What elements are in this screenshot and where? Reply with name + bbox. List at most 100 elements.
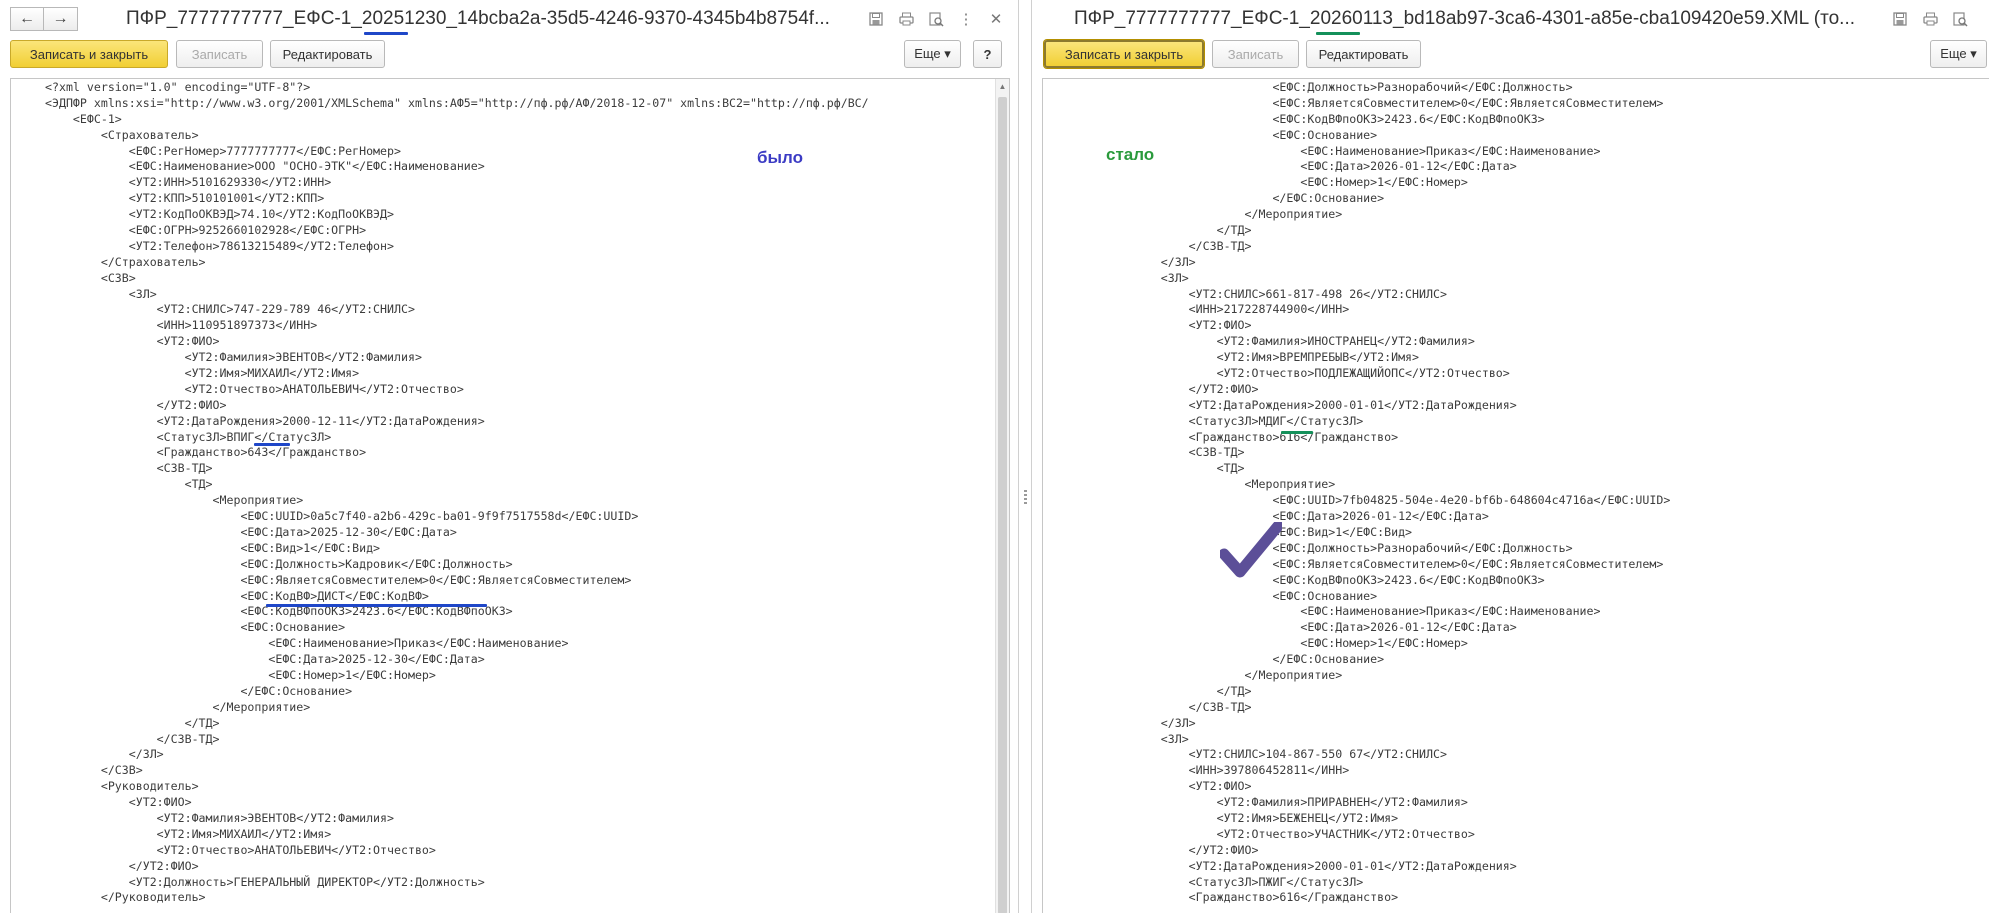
right-xml-text: <ЕФС:Должность>Разнорабочий</ЕФС:Должнос… (1077, 80, 1671, 906)
code-line: <УТ2:Фамилия>ИНОСТРАНЕЦ</УТ2:Фамилия> (1077, 334, 1475, 349)
code-line: <УТ2:Фамилия>ЭВЕНТОВ</УТ2:Фамилия> (45, 350, 422, 365)
code-line: <УТ2:Имя>ВРЕМПРЕБЫВ</УТ2:Имя> (1077, 350, 1420, 365)
left-title-icons: ⋮ ✕ (866, 9, 1006, 29)
code-line: </ЕФС:Основание> (1077, 652, 1385, 667)
code-line: </ТД> (45, 715, 220, 730)
code-line: </Мероприятие> (45, 699, 311, 714)
code-line: <ЗЛ> (45, 286, 157, 301)
code-line: <Гражданство>616</Гражданство> (1077, 429, 1399, 444)
code-line: </Страхователь> (45, 254, 206, 269)
left-titlebar: ← → ПФР_7777777777_ЕФС-1_20251230_14bcba… (0, 0, 1018, 40)
left-nav-group: ← → (10, 7, 78, 31)
left-window: ← → ПФР_7777777777_ЕФС-1_20251230_14bcba… (0, 0, 1018, 913)
code-line: <ЕФС:Дата>2026-01-12</ЕФС:Дата> (1077, 620, 1517, 635)
code-line: <УТ2:СНИЛС>747-229-789 46</УТ2:СНИЛС> (45, 302, 415, 317)
pane-splitter[interactable] (1018, 0, 1032, 913)
save-disk-icon[interactable] (866, 9, 886, 29)
code-line: <ЕФС:Дата>2025-12-30</ЕФС:Дата> (45, 524, 457, 539)
code-line: <УТ2:Имя>БЕЖЕНЕЦ</УТ2:Имя> (1077, 810, 1399, 825)
code-line: <УТ2:Фамилия>ПРИРАВНЕН</УТ2:Фамилия> (1077, 795, 1468, 810)
code-line: <Гражданство>616</Гражданство> (1077, 890, 1399, 905)
code-line: <ЕФС:Номер>1</ЕФС:Номер> (45, 667, 436, 682)
code-line: </СЗВ-ТД> (1077, 238, 1252, 253)
code-line: </Мероприятие> (1077, 667, 1343, 682)
code-line: <УТ2:КодПоОКВЭД>74.10</УТ2:КодПоОКВЭД> (45, 207, 395, 222)
status-underline-left (254, 443, 290, 446)
left-vertical-scrollbar[interactable]: ▲ (995, 79, 1009, 913)
code-line: </УТ2:ФИО> (45, 858, 199, 873)
code-line: <ЕФС:Номер>1</ЕФС:Номер> (1077, 636, 1468, 651)
more-button[interactable]: Еще ▾ (1930, 40, 1987, 68)
code-line: </СЗВ> (45, 763, 143, 778)
forward-arrow-icon[interactable]: → (44, 7, 78, 31)
code-line: <УТ2:Имя>МИХАИЛ</УТ2:Имя> (45, 366, 360, 381)
code-line: <ЕФС:Вид>1</ЕФС:Вид> (1077, 524, 1413, 539)
code-line: </СЗВ-ТД> (45, 731, 220, 746)
preview-icon[interactable] (1950, 9, 1970, 29)
save-and-close-button[interactable]: Записать и закрыть (10, 40, 168, 68)
code-line: <ЕФС:ЯвляетсяСовместителем>0</ЕФС:Являет… (45, 572, 632, 587)
code-line: <ЕФС:UUID>7fb04825-504e-4e20-bf6b-648604… (1077, 493, 1671, 508)
save-button[interactable]: Записать (1212, 40, 1299, 68)
left-xml-text: <?xml version="1.0" encoding="UTF-8"?> <Э… (45, 80, 869, 906)
print-icon[interactable] (1920, 9, 1940, 29)
code-line: <ИНН>217228744900</ИНН> (1077, 302, 1350, 317)
code-line: <УТ2:Отчество>УЧАСТНИК</УТ2:Отчество> (1077, 826, 1475, 841)
code-line: <ТД> (45, 477, 213, 492)
save-disk-icon[interactable] (1890, 9, 1910, 29)
code-line: <УТ2:СНИЛС>661-817-498 26</УТ2:СНИЛС> (1077, 286, 1447, 301)
left-xml-editor[interactable]: <?xml version="1.0" encoding="UTF-8"?> <Э… (10, 78, 1010, 913)
close-icon[interactable]: ✕ (986, 9, 1006, 29)
status-underline-right (1281, 431, 1313, 434)
code-line: <ЕФС-1> (45, 111, 122, 126)
help-button[interactable]: ? (973, 40, 1002, 68)
save-button[interactable]: Записать (176, 40, 263, 68)
code-line: <ЕФС:Основание> (1077, 588, 1378, 603)
more-vertical-icon[interactable]: ⋮ (956, 9, 976, 29)
code-line: <УТ2:ИНН>5101629330</УТ2:ИНН> (45, 175, 332, 190)
annotation-before: было (757, 148, 803, 167)
code-line: <ИНН>110951897373</ИНН> (45, 318, 318, 333)
code-line: <УТ2:Телефон>78613215489</УТ2:Телефон> (45, 238, 395, 253)
code-line: <УТ2:Должность>ГЕНЕРАЛЬНЫЙ ДИРЕКТОР</УТ2… (45, 874, 485, 889)
code-line: </УТ2:ФИО> (1077, 842, 1259, 857)
code-line: </ТД> (1077, 223, 1252, 238)
edit-button[interactable]: Редактировать (1306, 40, 1421, 68)
scroll-thumb[interactable] (998, 97, 1007, 913)
code-line: <ЕФС:UUID>0a5c7f40-a2b6-429c-ba01-9f9f75… (45, 509, 639, 524)
code-line: <Гражданство>643</Гражданство> (45, 445, 367, 460)
right-xml-editor[interactable]: <ЕФС:Должность>Разнорабочий</ЕФС:Должнос… (1042, 78, 1989, 913)
date-underline-right (1316, 32, 1360, 35)
code-line: <СЗВ> (45, 270, 136, 285)
back-arrow-icon[interactable]: ← (10, 7, 44, 31)
save-and-close-button[interactable]: Записать и закрыть (1044, 40, 1204, 68)
kodvf-underline-left (266, 604, 487, 607)
code-line: <УТ2:Отчество>АНАТОЛЬЕВИЧ</УТ2:Отчество> (45, 842, 436, 857)
code-line: <УТ2:ФИО> (45, 334, 220, 349)
code-line: <ЕФС:Дата>2025-12-30</ЕФС:Дата> (45, 652, 485, 667)
code-line: <ЕФС:КодВФпоОКЗ>2423.6</ЕФС:КодВФпоОКЗ> (1077, 111, 1545, 126)
code-line: </ЕФС:Основание> (1077, 191, 1385, 206)
right-titlebar: ПФР_7777777777_ЕФС-1_20260113_bd18ab97-3… (1032, 0, 1989, 40)
code-line: <ЗЛ> (1077, 731, 1189, 746)
code-line: <ЕФС:Наименование>Приказ</ЕФС:Наименован… (1077, 604, 1601, 619)
print-icon[interactable] (896, 9, 916, 29)
edit-button[interactable]: Редактировать (270, 40, 385, 68)
right-title-icons (1890, 9, 1970, 29)
code-line: <СЗВ-ТД> (45, 461, 213, 476)
more-button[interactable]: Еще ▾ (904, 40, 961, 68)
code-line: <УТ2:Имя>МИХАИЛ</УТ2:Имя> (45, 826, 332, 841)
code-line: <Страхователь> (45, 127, 199, 142)
code-line: <ЕФС:Наименование>ООО "ОСНО-ЭТК"</ЕФС:На… (45, 159, 485, 174)
scroll-up-icon[interactable]: ▲ (996, 79, 1009, 93)
code-line: <ЕФС:Наименование>Приказ</ЕФС:Наименован… (1077, 143, 1601, 158)
code-line: <СтатусЗЛ>ПЖИГ</СтатусЗЛ> (1077, 874, 1364, 889)
left-window-title: ПФР_7777777777_ЕФС-1_20251230_14bcba2a-3… (126, 8, 830, 29)
code-line: <ЗЛ> (1077, 270, 1189, 285)
annotation-after: стало (1106, 145, 1155, 164)
code-line: <ЕФС:РегНомер>7777777777</ЕФС:РегНомер> (45, 143, 401, 158)
right-window-title: ПФР_7777777777_ЕФС-1_20260113_bd18ab97-3… (1074, 8, 1856, 29)
preview-icon[interactable] (926, 9, 946, 29)
code-line: <УТ2:Фамилия>ЭВЕНТОВ</УТ2:Фамилия> (45, 810, 395, 825)
code-line: </Руководитель> (45, 890, 206, 905)
